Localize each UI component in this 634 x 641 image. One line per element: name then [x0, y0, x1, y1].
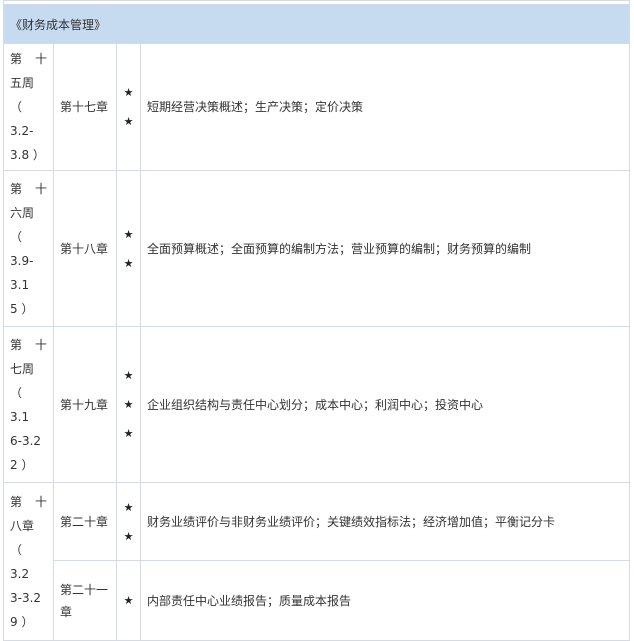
topic-cell: 财务业绩评价与非财务业绩评价；关键绩效指标法；经济增加值；平衡记分卡 [140, 482, 630, 561]
week-line: 2 ） [10, 457, 34, 472]
chapter-cell: 第二十一 章 [53, 560, 117, 641]
week-line: 六周 [10, 205, 35, 220]
chapter-cell: 第十七章 [53, 43, 117, 171]
week-line: 3.1 [10, 277, 30, 292]
chapter-line: 第二十一 [60, 582, 109, 597]
week-line: 6-3.2 [10, 433, 42, 448]
week-line: 9 ） [10, 614, 34, 629]
importance-stars: ★ ★ [116, 482, 141, 561]
importance-stars: ★ ★ ★ [116, 326, 141, 483]
week-line: 第 十 [10, 494, 47, 509]
table-row: 第 十 六周 （ 3.9- 3.1 5 ） 第十八章 ★ ★ 全面预算概述；全面… [3, 170, 630, 327]
chapter-cell: 第十九章 [53, 326, 117, 483]
week-cell: 第 十 八章 （ 3.2 3-3.2 9 ） [3, 482, 54, 641]
week-line: 七周 [10, 361, 35, 376]
week-cell: 第 十 六周 （ 3.9- 3.1 5 ） [3, 170, 54, 327]
star-icon: ★ [123, 115, 134, 128]
star-icon: ★ [123, 369, 134, 382]
week-line: （ 3.1 [10, 385, 35, 424]
star-icon: ★ [123, 529, 134, 543]
week-cell: 第 十 五周 （ 3.2- 3.8 ） [3, 43, 54, 171]
week-line: （ 3.2 [10, 542, 35, 581]
week-line: 第 十 [10, 181, 47, 196]
star-icon: ★ [123, 398, 134, 411]
table-row: 第 十 五周 （ 3.2- 3.8 ） 第十七章 ★ ★ 短期经营决策概述；生产… [3, 43, 630, 171]
week-line: 八章 [10, 518, 35, 533]
week-line: （ 3.2- [10, 100, 34, 138]
chapter-cell: 第十八章 [53, 170, 117, 327]
week-line: 3.8 ） [10, 148, 45, 162]
importance-stars: ★ [116, 560, 141, 641]
week-line: 5 ） [10, 301, 34, 316]
week-line: 3-3.2 [10, 590, 42, 605]
study-schedule-table: 《财务成本管理》 第 十 五周 （ 3.2- 3.8 ） 第十七章 ★ ★ 短期… [3, 0, 630, 641]
course-title: 《财务成本管理》 [3, 4, 630, 44]
week-line: 第 十 [10, 337, 47, 352]
topic-cell: 全面预算概述；全面预算的编制方法；营业预算的编制；财务预算的编制 [140, 170, 630, 327]
importance-stars: ★ ★ [116, 43, 141, 171]
topic-cell: 内部责任中心业绩报告；质量成本报告 [140, 560, 630, 641]
star-icon: ★ [123, 594, 134, 607]
table-row: 第二十一 章 ★ 内部责任中心业绩报告；质量成本报告 [4, 560, 630, 641]
star-icon: ★ [123, 256, 134, 270]
star-icon: ★ [123, 227, 134, 241]
week-line: （ 3.9- [10, 229, 34, 268]
week-cell: 第 十 七周 （ 3.1 6-3.2 2 ） [3, 326, 54, 483]
topic-cell: 短期经营决策概述；生产决策；定价决策 [140, 43, 630, 171]
star-icon: ★ [123, 86, 134, 99]
week-line: 五周 [10, 76, 35, 90]
chapter-line: 章 [60, 604, 73, 619]
table-header-row: 《财务成本管理》 [3, 4, 630, 44]
star-icon: ★ [123, 500, 134, 514]
table-row: 第 十 八章 （ 3.2 3-3.2 9 ） 第二十章 ★ ★ 财务业绩评价与非… [3, 482, 630, 641]
importance-stars: ★ ★ [116, 170, 141, 327]
week-line: 第 十 [10, 52, 47, 66]
table-row: 第 十 七周 （ 3.1 6-3.2 2 ） 第十九章 ★ ★ ★ 企业组织结构… [3, 326, 630, 483]
topic-cell: 企业组织结构与责任中心划分；成本中心；利润中心；投资中心 [140, 326, 630, 483]
star-icon: ★ [123, 427, 134, 440]
chapter-cell: 第二十章 [53, 482, 117, 561]
